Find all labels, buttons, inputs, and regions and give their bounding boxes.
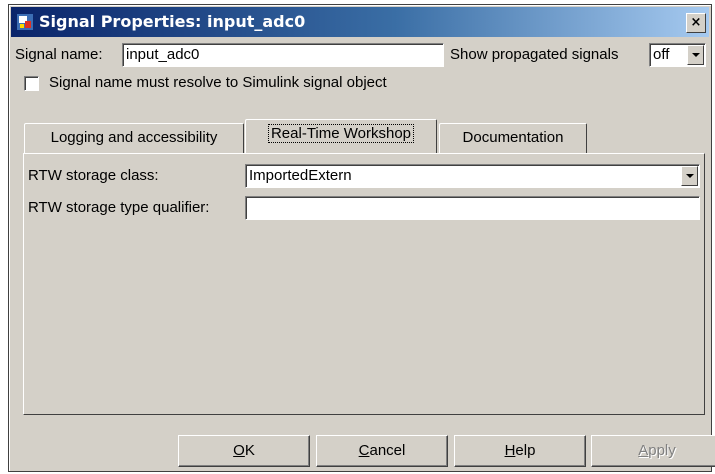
cancel-button[interactable]: Cancel [316,435,448,467]
close-icon: × [690,15,702,30]
rtw-type-qualifier-label: RTW storage type qualifier: [28,199,210,216]
signal-name-label: Signal name: [15,46,103,63]
ok-mnemonic: O [233,442,245,459]
rtw-tab-panel: RTW storage class: ImportedExtern RTW st… [23,153,705,415]
apply-mnemonic: A [638,442,649,459]
rtw-storage-class-value: ImportedExtern [249,167,352,184]
rtw-type-qualifier-input[interactable] [245,196,700,220]
close-button[interactable]: × [686,13,706,33]
window-title: Signal Properties: input_adc0 [39,12,306,31]
tab-label: Documentation [462,129,564,146]
apply-label-rest: pply [648,442,676,459]
tab-logging-accessibility[interactable]: Logging and accessibility [24,123,244,153]
cancel-mnemonic: C [358,442,370,459]
tab-label: Logging and accessibility [50,129,218,146]
tab-label: Real-Time Workshop [267,124,415,143]
show-propagated-value: off [653,46,670,63]
ok-button[interactable]: OK [178,435,310,467]
help-mnemonic: H [504,442,516,459]
show-propagated-label: Show propagated signals [450,46,619,63]
rtw-storage-class-label: RTW storage class: [28,167,159,184]
cancel-label-rest: ancel [369,442,406,459]
signal-name-value: input_adc0 [126,46,200,63]
resolve-signal-label: Signal name must resolve to Simulink sig… [49,74,387,91]
rtw-storage-class-select[interactable]: ImportedExtern [245,164,700,188]
help-button[interactable]: Help [454,435,586,467]
tab-documentation[interactable]: Documentation [439,123,587,153]
apply-button[interactable]: Apply [591,435,715,467]
help-label-rest: elp [515,442,536,459]
signal-name-input[interactable]: input_adc0 [122,43,444,67]
resolve-signal-checkbox[interactable] [24,76,39,91]
ok-label-rest: K [244,442,255,459]
simulink-block-icon [17,14,33,30]
chevron-down-icon[interactable] [687,45,704,65]
title-bar[interactable]: Signal Properties: input_adc0 × [11,7,709,37]
signal-properties-dialog: Signal Properties: input_adc0 × Signal n… [8,4,715,472]
show-propagated-select[interactable]: off [649,43,706,67]
chevron-down-icon[interactable] [681,166,698,186]
tab-real-time-workshop[interactable]: Real-Time Workshop [245,119,437,153]
